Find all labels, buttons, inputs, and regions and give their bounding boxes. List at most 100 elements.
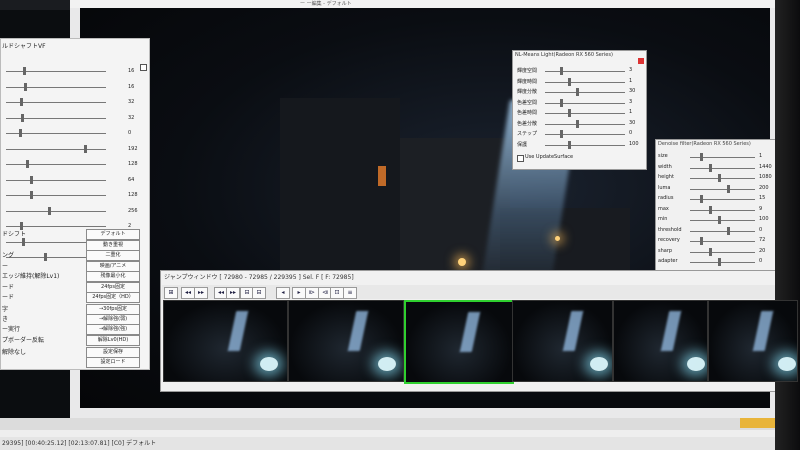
slider-thumb[interactable] <box>21 113 24 122</box>
denoise-slider-thumb[interactable] <box>700 195 703 203</box>
nl-row-value: 30 <box>629 88 636 94</box>
toolbar-button[interactable]: ≡ <box>343 287 357 299</box>
thumb-beam <box>563 311 584 351</box>
thumb-flash <box>590 357 609 371</box>
slider-thumb[interactable] <box>24 82 27 91</box>
option-label: プボーダー反転 <box>2 337 45 344</box>
frame-thumbnail[interactable] <box>512 300 613 382</box>
nl-slider-thumb[interactable] <box>560 130 563 138</box>
frame-thumbnail[interactable] <box>288 300 404 382</box>
nl-slider-track <box>545 113 625 114</box>
denoise-slider-thumb[interactable] <box>718 216 721 224</box>
toolbar-button[interactable]: ⊡ <box>330 287 344 299</box>
slider-thumb[interactable] <box>19 129 22 137</box>
nl-slider-thumb[interactable] <box>560 67 563 75</box>
denoise-row-label: adapter <box>658 258 678 264</box>
close-icon[interactable] <box>638 58 644 64</box>
main-window-title: ー ー編集 - デフォルト <box>300 1 352 7</box>
slider-value: 0 <box>128 130 132 136</box>
option-label: ー実行 <box>2 326 21 333</box>
frame-thumbnail[interactable] <box>163 300 288 382</box>
slider-thumb[interactable] <box>48 206 51 215</box>
slider-value: 256 <box>128 207 138 214</box>
slider-track <box>6 148 106 150</box>
denoise-slider-thumb[interactable] <box>718 258 721 266</box>
slider-thumb[interactable] <box>22 237 25 246</box>
nl-slider-track <box>545 71 625 72</box>
denoise-slider-track <box>690 188 755 190</box>
thumb-flash <box>377 357 396 371</box>
nl-slider-track <box>545 81 625 83</box>
slider-thumb[interactable] <box>30 191 33 199</box>
nl-slider-thumb[interactable] <box>568 77 571 86</box>
main-window-titlebar: ー ー編集 - デフォルト <box>70 0 790 8</box>
nl-row-value: 3 <box>629 67 633 73</box>
nl-row-label: 輝度分散 <box>517 89 538 95</box>
jump-window-title: ジャンプウィンドウ [ 72980 - 72985 / 229395 ] Sel… <box>164 274 354 281</box>
nl-row-value: 3 <box>629 98 633 105</box>
thumb-flash <box>259 357 278 371</box>
slider-thumb[interactable] <box>20 222 23 230</box>
thumb-beam <box>227 311 248 351</box>
nl-row-label: 輝度空間 <box>517 68 538 74</box>
slider-track <box>6 179 106 181</box>
preset-button[interactable]: 二重化 <box>86 250 140 261</box>
preset-button[interactable]: →解除強(強) <box>86 324 140 335</box>
denoise-row-label: size <box>658 153 668 159</box>
slider-value: 32 <box>128 99 135 105</box>
nl-row-label: 色差空間 <box>517 99 538 106</box>
toolbar-button[interactable]: ▸ <box>292 287 306 299</box>
nl-row-value: 100 <box>629 140 639 147</box>
preset-button[interactable]: デフォルト <box>86 229 140 240</box>
denoise-row-value: 1080 <box>759 174 772 180</box>
denoise-slider-thumb[interactable] <box>709 163 712 172</box>
denoise-slider-track <box>690 251 755 253</box>
preset-button[interactable]: 残像最小化 <box>86 271 140 282</box>
seek-bar[interactable] <box>0 418 800 430</box>
slider-thumb[interactable] <box>44 253 47 261</box>
option-label: 解除なし <box>2 349 27 356</box>
toolbar-button[interactable]: ⊞ <box>164 287 178 299</box>
nl-slider-thumb[interactable] <box>576 119 579 128</box>
panel-checkbox[interactable] <box>140 64 147 71</box>
slider-track <box>6 164 106 165</box>
slider-thumb[interactable] <box>26 160 29 168</box>
denoise-slider-thumb[interactable] <box>700 237 703 245</box>
toolbar-button[interactable]: ◂ <box>276 287 290 299</box>
status-text: 29395] [00:40:25.12] [02:13:07.81] [C0] … <box>2 440 157 447</box>
toolbar-button[interactable]: ◂◂ <box>181 287 195 299</box>
nl-slider-thumb[interactable] <box>576 88 579 96</box>
frame-thumbnail[interactable] <box>613 300 708 382</box>
preset-button[interactable]: 設定ロード <box>86 357 140 368</box>
toolbar-button[interactable]: ⧐ <box>305 287 319 299</box>
nl-slider-thumb[interactable] <box>568 140 571 149</box>
nl-slider-thumb[interactable] <box>560 98 563 107</box>
nl-row-value: 0 <box>629 130 633 136</box>
denoise-slider-thumb[interactable] <box>709 205 712 214</box>
toolbar-button[interactable]: ▸▸ <box>194 287 208 299</box>
slider-thumb[interactable] <box>20 98 23 106</box>
denoise-slider-thumb[interactable] <box>727 184 730 193</box>
toolbar-button[interactable]: ▸▸ <box>226 287 240 299</box>
denoise-slider-thumb[interactable] <box>718 174 721 182</box>
denoise-row-label: threshold <box>658 226 682 233</box>
use-updatesurface-checkbox[interactable] <box>517 155 524 162</box>
frame-thumbnail[interactable] <box>404 300 514 384</box>
nl-slider-thumb[interactable] <box>568 109 571 117</box>
preset-button[interactable]: 解除Lv0(HD) <box>86 335 140 346</box>
denoise-slider-thumb[interactable] <box>727 226 730 235</box>
thumb-beam <box>347 311 368 351</box>
toolbar-button[interactable]: ⊟ <box>252 287 266 299</box>
slider-thumb[interactable] <box>23 67 26 75</box>
denoise-row-label: sharp <box>658 247 673 254</box>
preset-button[interactable]: 24fps固定（HD） <box>86 292 140 303</box>
slider-thumb[interactable] <box>84 144 87 153</box>
slider-thumb[interactable] <box>30 175 33 184</box>
lit-window <box>378 166 386 186</box>
frame-thumbnail[interactable] <box>708 300 798 382</box>
denoise-slider-thumb[interactable] <box>709 247 712 256</box>
use-updatesurface-label: Use UpdateSurface <box>525 154 574 160</box>
denoise-slider-thumb[interactable] <box>700 153 703 161</box>
nl-row-label: 色差時間 <box>517 110 538 116</box>
denoise-row-label: radius <box>658 195 674 201</box>
